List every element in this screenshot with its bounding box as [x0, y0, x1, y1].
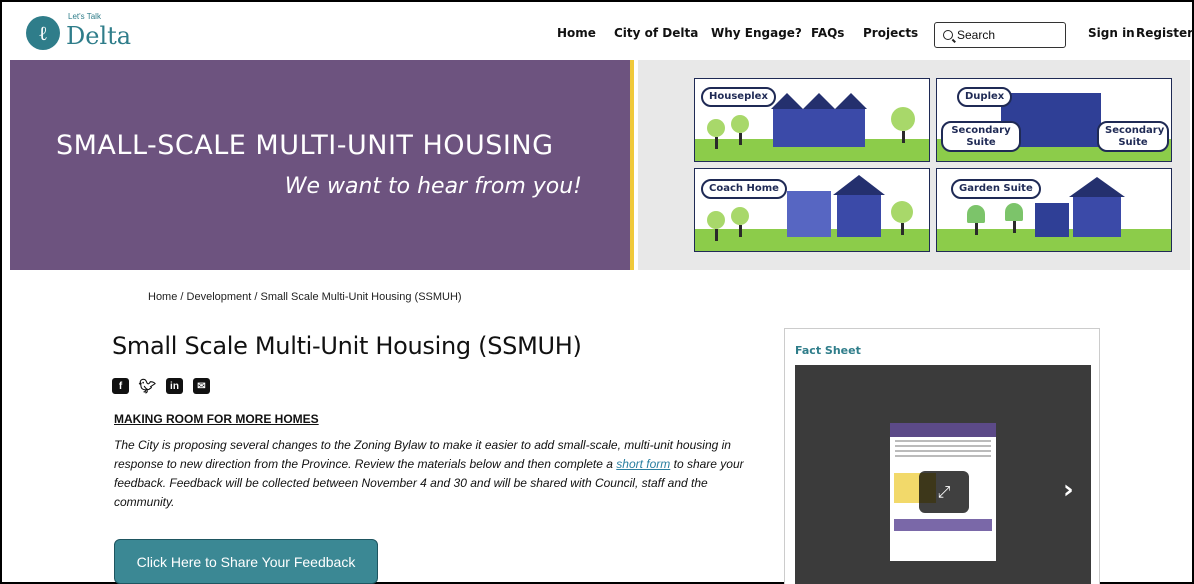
doc-header: [890, 423, 996, 437]
social-share-bar: f 🐦︎ in ✉: [112, 378, 210, 394]
tree-icon: [707, 119, 725, 149]
banner-title: SMALL-SCALE MULTI-UNIT HOUSING: [56, 130, 554, 161]
coach-home-illustration: Coach Home: [694, 168, 930, 252]
nav-home[interactable]: Home: [557, 26, 596, 40]
tree-icon: [731, 207, 749, 237]
sign-in-link[interactable]: Sign in: [1088, 26, 1135, 40]
search-icon: [943, 30, 953, 40]
roof: [835, 93, 867, 109]
main-house-building: [837, 195, 881, 237]
fact-sheet-widget: Fact Sheet ⤢ ›: [784, 328, 1100, 584]
share-feedback-button[interactable]: Click Here to Share Your Feedback: [114, 539, 378, 584]
main-house-building: [1073, 197, 1121, 237]
search-input[interactable]: Search: [934, 22, 1066, 48]
garden-suite-building: [1035, 203, 1069, 237]
logo-text: Let's Talk Delta: [66, 12, 132, 50]
chevron-right-icon[interactable]: ›: [1063, 475, 1074, 505]
twitter-icon[interactable]: 🐦︎: [139, 378, 156, 394]
tree-icon: [967, 205, 985, 235]
banner-accent-stripe: [630, 60, 634, 270]
intro-paragraph: The City is proposing several changes to…: [114, 436, 764, 512]
secondary-suite-label-right: Secondary Suite: [1097, 121, 1169, 152]
search-placeholder: Search: [957, 28, 996, 42]
tree-icon: [891, 201, 913, 235]
doc-line: [895, 450, 991, 452]
hero-banner: SMALL-SCALE MULTI-UNIT HOUSING We want t…: [10, 60, 1190, 270]
doc-line: [895, 445, 991, 447]
site-header: ℓ Let's Talk Delta Home City of Delta Wh…: [2, 2, 1193, 60]
garden-suite-illustration: Garden Suite: [936, 168, 1172, 252]
tree-icon: [707, 211, 725, 241]
tree-icon: [891, 107, 915, 143]
breadcrumb[interactable]: Home / Development / Small Scale Multi-U…: [148, 291, 462, 303]
tree-icon: [731, 115, 749, 145]
fullscreen-icon[interactable]: ⤢: [919, 471, 969, 513]
banner-text-panel: SMALL-SCALE MULTI-UNIT HOUSING We want t…: [10, 60, 634, 270]
page-title: Small Scale Multi-Unit Housing (SSMUH): [112, 332, 582, 360]
email-icon[interactable]: ✉: [193, 378, 210, 394]
coach-home-label: Coach Home: [701, 179, 787, 199]
houseplex-building: [773, 109, 865, 147]
doc-line: [895, 440, 991, 442]
garden-suite-label: Garden Suite: [951, 179, 1041, 199]
secondary-suite-label-left: Secondary Suite: [941, 121, 1021, 152]
logo-icon: ℓ: [26, 16, 60, 50]
linkedin-icon[interactable]: in: [166, 378, 183, 394]
coach-home-building: [787, 191, 831, 237]
nav-city-of-delta[interactable]: City of Delta: [614, 26, 698, 40]
houseplex-illustration: Houseplex: [694, 78, 930, 162]
facebook-icon[interactable]: f: [112, 378, 129, 394]
nav-projects[interactable]: Projects: [863, 26, 918, 40]
roof: [833, 175, 885, 195]
banner-illustrations: Houseplex Duplex Secondary Suite Seconda…: [638, 60, 1190, 270]
roof: [1069, 177, 1125, 197]
document-viewer[interactable]: ⤢ ›: [795, 365, 1091, 584]
doc-line: [895, 455, 991, 457]
banner-subtitle: We want to hear from you!: [284, 174, 582, 199]
doc-purple-block: [894, 519, 992, 531]
duplex-label: Duplex: [957, 87, 1013, 107]
logo-wordmark: Delta: [66, 22, 132, 50]
nav-faqs[interactable]: FAQs: [811, 26, 844, 40]
duplex-illustration: Duplex Secondary Suite Secondary Suite: [936, 78, 1172, 162]
fact-sheet-title: Fact Sheet: [795, 344, 861, 357]
houseplex-label: Houseplex: [701, 87, 776, 107]
logo-tagline: Let's Talk: [68, 12, 101, 21]
register-link[interactable]: Register: [1136, 26, 1193, 40]
site-logo[interactable]: ℓ Let's Talk Delta: [26, 12, 132, 50]
tree-icon: [1005, 203, 1023, 233]
nav-why-engage[interactable]: Why Engage?: [711, 26, 802, 40]
roof: [803, 93, 835, 109]
short-form-link[interactable]: short form: [616, 457, 670, 471]
section-heading: MAKING ROOM FOR MORE HOMES: [114, 412, 319, 426]
